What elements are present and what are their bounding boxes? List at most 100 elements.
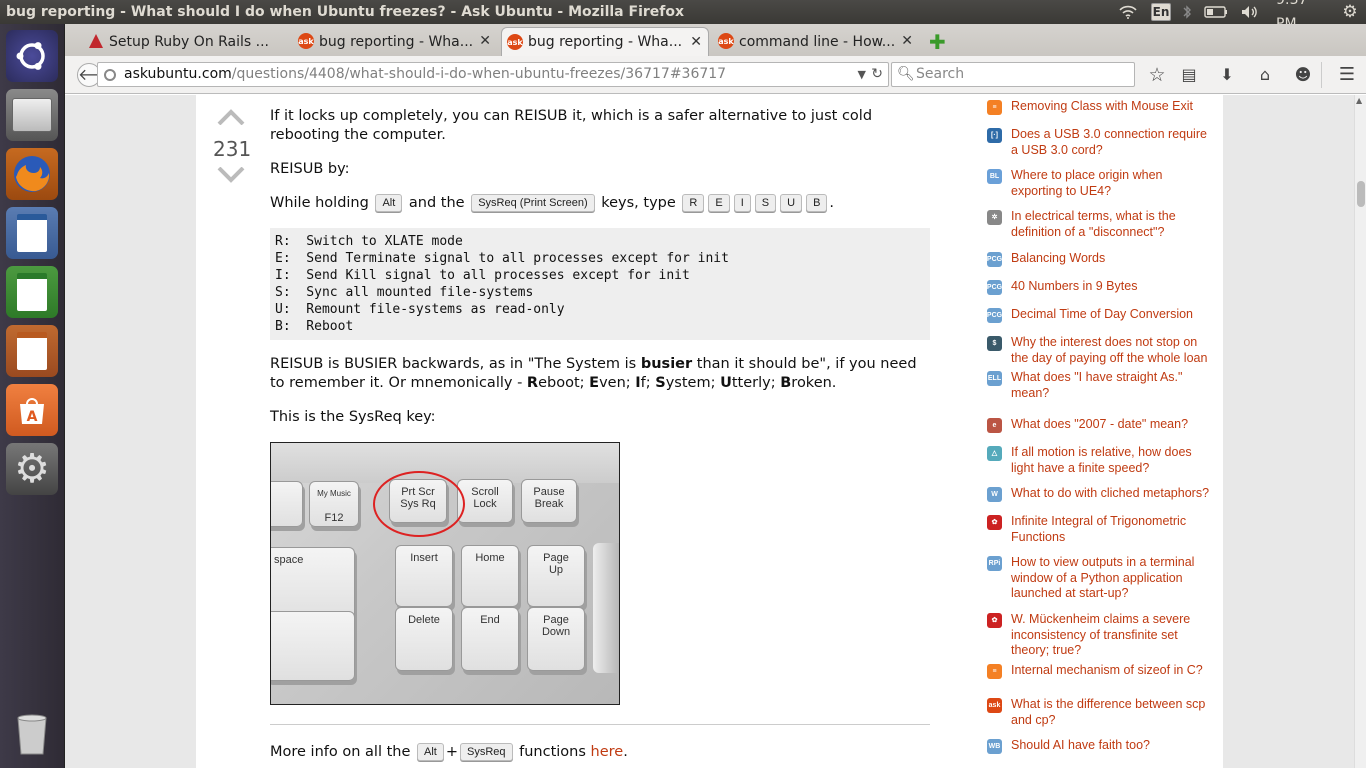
navigation-toolbar: 🡐 askubuntu.com/questions/4408/what-shou… [65,56,1366,94]
kbd-s: S [754,194,777,212]
bookmark-star-icon[interactable]: ☆ [1147,65,1167,85]
hot-question-link[interactable]: $ Why the interest does not stop on the d… [985,335,1215,366]
scroll-up-icon[interactable]: ▲ [1356,96,1362,105]
hot-question-link[interactable]: e What does "2007 - date" mean? [985,417,1215,433]
wifi-icon[interactable] [1116,0,1140,24]
tab-label: bug reporting - Wha... [319,33,474,50]
vertical-scrollbar[interactable]: ▲ [1354,95,1366,768]
hot-question-title: If all motion is relative, how does ligh… [1011,445,1192,475]
hello-chat-icon[interactable]: ☻ [1293,65,1313,85]
rails-icon [89,34,103,48]
reading-list-icon[interactable]: ▤ [1179,65,1199,85]
page-content: 231 If it locks up completely, you can R… [65,95,1354,768]
hot-question-link[interactable]: ✿ W. Mückenheim claims a severe inconsist… [985,612,1215,659]
math-icon: ✿ [987,613,1002,628]
hot-question-title: Should AI have faith too? [1011,738,1150,752]
codegolf-icon: PCG [987,308,1002,323]
tab-label: command line - How... [739,33,896,50]
url-path: /questions/4408/what-should-i-do-when-ub… [231,66,727,82]
upvote-arrow-icon[interactable] [213,109,249,129]
url-bar[interactable]: askubuntu.com/questions/4408/what-should… [97,62,889,87]
hot-question-link[interactable]: ≡ Internal mechanism of sizeof in C? [985,663,1215,679]
downloads-icon[interactable]: ⬇ [1217,65,1237,85]
askubuntu-icon: ask [987,698,1002,713]
stackoverflow-icon: ≡ [987,100,1002,115]
kbd-e: E [708,194,730,212]
tab-label: bug reporting - Wha... [528,34,683,50]
here-link[interactable]: here [591,744,624,760]
paragraph-more-info: More info on all the Alt + SysReq function… [270,743,628,761]
hot-question-link[interactable]: ✲ In electrical terms, what is the defini… [985,209,1215,240]
new-tab-plus-icon[interactable]: ✚ [929,30,946,54]
kbd-b: B [806,194,828,212]
clock[interactable]: 9:37 PM [1276,0,1330,32]
kbd-u: U [780,194,803,212]
ubuntu-dash-icon[interactable] [6,30,58,82]
libreoffice-calc-icon[interactable] [6,266,58,318]
hot-question-link[interactable]: W What to do with cliched metaphors? [985,486,1215,502]
math-icon: ✿ [987,515,1002,530]
writers-icon: W [987,487,1002,502]
tab-bar: Setup Ruby On Rails ... ask bug reportin… [65,24,1366,56]
hot-question-title: Removing Class with Mouse Exit [1011,99,1194,113]
ell-icon: ELL [987,371,1002,386]
menu-hamburger-icon[interactable]: ☰ [1337,65,1357,85]
hot-question-link[interactable]: △ If all motion is relative, how does lig… [985,445,1215,476]
tab-setup-ruby[interactable]: Setup Ruby On Rails ... [83,27,283,56]
files-icon[interactable] [6,89,58,141]
system-settings-icon[interactable]: ⚙ [6,443,58,495]
close-tab-icon[interactable]: ✕ [479,33,491,49]
askubuntu-icon: ask [507,34,523,50]
dropdown-arrow-icon[interactable]: ▼ [858,63,866,86]
scrollbar-thumb[interactable] [1357,181,1365,207]
volume-icon[interactable] [1240,0,1262,24]
hot-question-link[interactable]: PCG Decimal Time of Day Conversion [985,307,1215,323]
settings-gear-icon[interactable]: ⚙ [1340,0,1360,24]
site-info-icon[interactable] [104,69,116,81]
kbd-r: R [682,194,705,212]
downvote-arrow-icon[interactable] [213,166,249,187]
hot-question-link[interactable]: ≡ Removing Class with Mouse Exit [985,99,1215,115]
diy-icon: ✲ [987,210,1002,225]
bluetooth-icon[interactable] [1180,0,1194,24]
libreoffice-impress-icon[interactable] [6,325,58,377]
hot-question-link[interactable]: PCG Balancing Words [985,251,1215,267]
libreoffice-writer-icon[interactable] [6,207,58,259]
paragraph-keys: While holding Alt and the SysReq (Print … [270,194,835,212]
reload-icon[interactable]: ↻ [871,63,883,86]
battery-icon[interactable] [1203,0,1229,24]
hot-question-title: W. Mückenheim claims a severe inconsiste… [1011,612,1191,658]
keyboard-layout-indicator[interactable]: En [1151,3,1171,21]
vote-count: 231 [213,137,252,161]
tab-bug-reporting-active[interactable]: ask bug reporting - Wha... ✕ [501,27,709,56]
worldbuilding-icon: WB [987,739,1002,754]
close-tab-icon[interactable]: ✕ [690,34,702,50]
superuser-icon: [·] [987,128,1002,143]
hot-question-link[interactable]: BL Where to place origin when exporting t… [985,168,1215,199]
hot-question-title: In electrical terms, what is the definit… [1011,209,1176,239]
hot-question-link[interactable]: ask What is the difference between scp an… [985,697,1215,728]
divider [270,724,930,725]
tab-bug-reporting-1[interactable]: ask bug reporting - Wha... ✕ [293,27,497,56]
hot-question-title: What does "I have straight As." mean? [1011,370,1183,400]
top-panel: bug reporting - What should I do when Ub… [0,0,1366,32]
tab-command-line[interactable]: ask command line - How... ✕ [713,27,919,56]
hot-question-title: What to do with cliched metaphors? [1011,486,1210,500]
close-tab-icon[interactable]: ✕ [901,33,913,49]
search-bar[interactable]: 🔍︎ Search [891,62,1135,87]
software-center-icon[interactable]: A [6,384,58,436]
hot-question-link[interactable]: RPi How to view outputs in a terminal win… [985,555,1215,602]
hot-question-title: Why the interest does not stop on the da… [1011,335,1208,365]
hot-question-title: 40 Numbers in 9 Bytes [1011,279,1138,293]
hot-question-link[interactable]: ✿ Infinite Integral of Trigonometric Func… [985,514,1215,545]
hot-question-link[interactable]: PCG 40 Numbers in 9 Bytes [985,279,1215,295]
firefox-icon[interactable] [6,148,58,200]
trash-icon[interactable] [6,708,58,760]
hot-question-link[interactable]: [·] Does a USB 3.0 connection require a U… [985,127,1215,158]
hot-question-link[interactable]: ELL What does "I have straight As." mean? [985,370,1215,401]
hot-question-link[interactable]: WB Should AI have faith too? [985,738,1215,754]
code-block: R: Switch to XLATE mode E: Send Terminat… [270,228,930,340]
hot-question-title: Decimal Time of Day Conversion [1011,307,1194,321]
blender-icon: BL [987,169,1002,184]
home-icon[interactable]: ⌂ [1255,65,1275,85]
